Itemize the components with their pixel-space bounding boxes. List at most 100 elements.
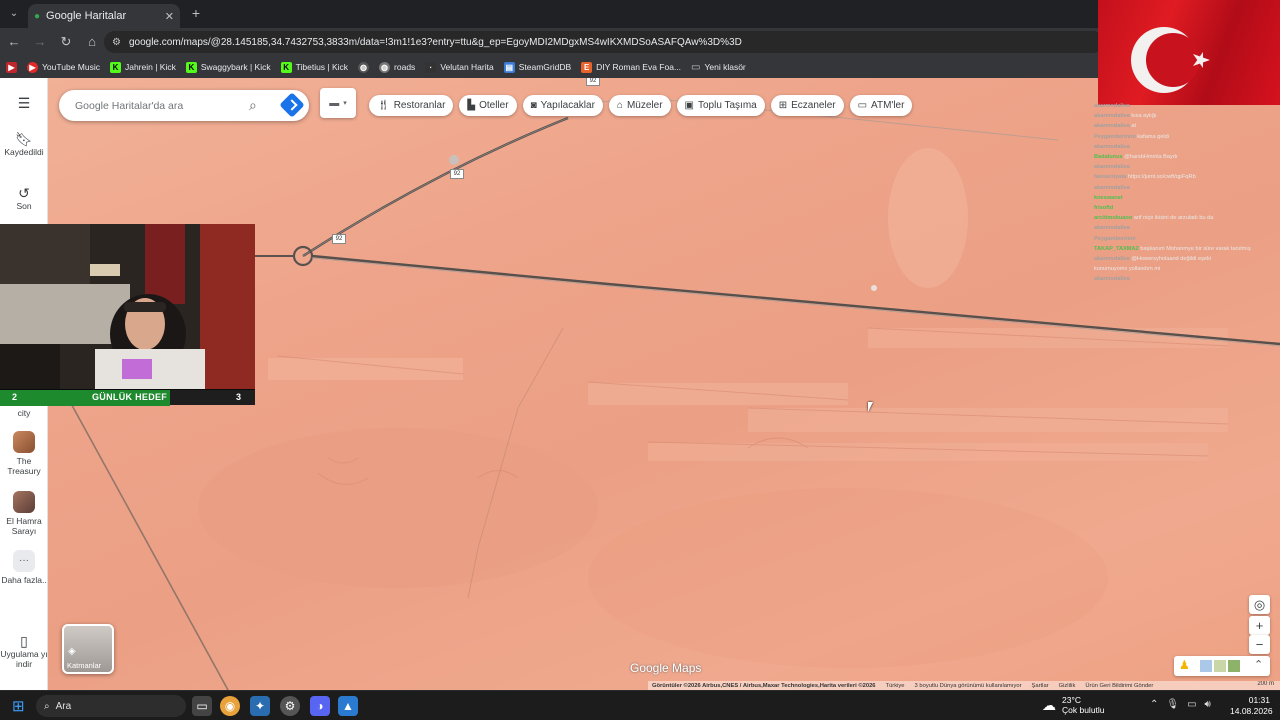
map-thumbnail[interactable] xyxy=(1214,660,1226,672)
road-shield: 92 xyxy=(332,234,346,244)
layers-button[interactable]: ◈ Katmanlar xyxy=(62,624,114,674)
chat-message: akarmodaliva @Howersyholaand değildi eşe… xyxy=(1094,254,1280,264)
chat-username: Peygamberinmi xyxy=(1094,133,1136,140)
taskbar-clock[interactable]: 01:31 14.08.2026 xyxy=(1230,695,1273,717)
chrome-icon[interactable]: ◉ xyxy=(220,696,240,716)
chevron-up-icon[interactable]: ⌃ xyxy=(1150,699,1158,710)
tab-search-icon[interactable]: ⌄ xyxy=(6,6,22,22)
chip-transit[interactable]: ▣ Toplu Taşıma xyxy=(676,95,765,116)
home-icon[interactable]: ⌂ xyxy=(80,30,104,54)
recent-place-treasury[interactable]: The Treasury xyxy=(0,431,48,476)
bus-icon: ▣ xyxy=(684,100,694,111)
bookmark-item[interactable]: E DIY Roman Eva Foa... xyxy=(581,61,681,73)
app-icon[interactable]: ⚙ xyxy=(280,696,300,716)
bookmark-item[interactable]: · Velutan Harita xyxy=(425,61,494,73)
footer-link[interactable]: Şartlar xyxy=(1032,683,1049,689)
chat-text: arif niçe ikisini de arzuladı bu da xyxy=(1133,215,1214,222)
get-app-button[interactable]: ▯ Uygulama yı indir xyxy=(0,633,48,669)
chat-message: akarmodaliva xyxy=(1094,162,1280,172)
recent-button[interactable]: ↺ Son xyxy=(0,186,48,211)
network-icon[interactable]: ▭ xyxy=(1187,699,1196,710)
atm-icon: ▭ xyxy=(857,100,868,111)
chat-username: hanseniyata xyxy=(1094,174,1127,181)
map-mini-toolbar: ♟ ⌃ xyxy=(1174,656,1270,676)
back-icon[interactable]: ← xyxy=(2,30,26,54)
chip-museums[interactable]: ⌂ Müzeler xyxy=(608,95,671,116)
chat-message: TAKAP_TAXMAZ Burada diyorum başka kiyıy … xyxy=(1094,285,1280,286)
address-bar[interactable]: ⚙ google.com/maps/@28.145185,34.7432753,… xyxy=(104,31,1104,53)
chip-things-to-do[interactable]: ◙ Yapılacaklar xyxy=(522,95,603,116)
chat-username: akarmodaliva xyxy=(1094,225,1130,232)
app-icon[interactable]: ✦ xyxy=(250,696,270,716)
new-tab-icon[interactable]: + xyxy=(188,5,204,21)
apps-icon[interactable]: ▶ xyxy=(6,61,17,73)
phone-icon: ▯ xyxy=(20,633,28,649)
map-thumbnail[interactable] xyxy=(1228,660,1240,672)
menu-button[interactable]: ☰ xyxy=(0,95,48,111)
chat-text: https://jumt.so/cwft/qpFqRb xyxy=(1127,174,1196,181)
bookmark-item[interactable]: ▭ Yeni klasör xyxy=(691,62,746,73)
pegman-icon[interactable]: ♟ xyxy=(1179,658,1190,672)
chat-message: kneswanst xyxy=(1094,193,1280,203)
mouse-cursor xyxy=(868,402,873,412)
input-tools-button[interactable]: ▬ ▾ xyxy=(320,88,356,118)
footer-link[interactable]: Türkiye xyxy=(886,683,905,689)
bookmark-icon: 🔖︎ xyxy=(15,131,33,147)
more-button[interactable]: ··· Daha fazla.. xyxy=(0,550,48,585)
file-explorer-icon[interactable]: ▭ xyxy=(192,696,212,716)
category-chips: 🍴︎ Restoranlar ▙ Oteller ◙ Yapılacaklar ⌂ Mü… xyxy=(369,95,913,116)
chip-pharmacies[interactable]: ⊞ Eczaneler xyxy=(770,95,844,116)
discord-icon[interactable]: ◑ xyxy=(310,696,330,716)
chat-message: Peygamberinmi kafama geldi xyxy=(1094,132,1280,142)
bookmark-item[interactable]: K Swaggybark | Kick xyxy=(185,61,271,73)
chevron-up-icon[interactable]: ⌃ xyxy=(1254,658,1263,671)
bookmark-item[interactable]: ▶ YouTube Music xyxy=(27,61,100,73)
search-icon[interactable]: ⌕ xyxy=(249,97,257,114)
app-icon[interactable]: ▲ xyxy=(338,696,358,716)
taskbar-search[interactable]: ⌕ Ara xyxy=(36,695,186,717)
recent-place-alhamra[interactable]: El Hamra Sarayı xyxy=(0,491,48,536)
directions-icon[interactable] xyxy=(279,92,305,118)
bookmark-item[interactable]: ▤ SteamGridDB xyxy=(503,61,571,73)
footer-link[interactable]: Gizlilik xyxy=(1059,683,1076,689)
globe-icon: ◍ xyxy=(379,61,391,73)
windows-start-icon[interactable]: ⊞ xyxy=(12,697,25,715)
browser-tab[interactable]: ● Google Haritalar ✕ xyxy=(28,4,180,28)
footer-link[interactable]: Ürün Geri Bildirimi Gönder xyxy=(1085,683,1153,689)
chip-restaurants[interactable]: 🍴︎ Restoranlar xyxy=(369,95,454,116)
scale-bar[interactable]: 200 m xyxy=(1257,681,1274,687)
chat-text: @harsbHmmla Baydı xyxy=(1124,154,1178,161)
chip-atms[interactable]: ▭ ATM'ler xyxy=(849,95,913,116)
chevron-down-icon: ▾ xyxy=(343,100,347,107)
bookmark-item[interactable]: K Jahrein | Kick xyxy=(109,61,176,73)
bookmark-item[interactable]: ◍ roads xyxy=(379,61,415,73)
kick-icon: K xyxy=(109,61,121,73)
zoom-in-button[interactable]: + xyxy=(1249,616,1270,635)
chat-username: akarmodaliva xyxy=(1094,113,1130,120)
volume-icon[interactable]: 🔊︎ xyxy=(1205,699,1211,710)
hamburger-menu-icon: ☰ xyxy=(17,95,31,111)
folder-icon: ▭ xyxy=(691,61,701,73)
chat-username: akarmodaliva xyxy=(1094,164,1130,171)
close-icon[interactable]: ✕ xyxy=(165,10,174,23)
chip-hotels[interactable]: ▙ Oteller xyxy=(459,95,517,116)
forward-icon[interactable]: → xyxy=(28,30,52,54)
footer-link[interactable]: 3 boyutlu Dünya görünümü kullanılamıyor xyxy=(915,683,1022,689)
my-location-button[interactable]: ◎ xyxy=(1249,595,1270,614)
place-thumbnail xyxy=(13,431,35,453)
search-input[interactable]: Google Haritalar'da ara xyxy=(75,100,183,112)
zoom-out-button[interactable]: − xyxy=(1249,635,1270,654)
chat-username: akarmodaliva xyxy=(1094,123,1130,130)
bookmark-item[interactable]: K Tibetius | Kick xyxy=(280,61,348,73)
site-info-icon[interactable]: ⚙ xyxy=(112,37,121,48)
saved-button[interactable]: 🔖︎ Kaydedildi xyxy=(0,131,48,157)
chat-username: frisoftd xyxy=(1094,205,1114,212)
weather-widget[interactable]: ☁ 23°C Çok bulutlu xyxy=(1042,695,1105,715)
map-thumbnail[interactable] xyxy=(1200,660,1212,672)
microphone-icon[interactable]: 🎙︎ xyxy=(1166,699,1179,710)
bookmark-item[interactable]: ◍ xyxy=(358,61,370,73)
recent-place-city[interactable]: city xyxy=(0,408,48,418)
search-box[interactable]: Google Haritalar'da ara ⌕ xyxy=(59,90,309,121)
reload-icon[interactable]: ↻ xyxy=(54,30,78,54)
maps-pin-icon: ● xyxy=(34,10,41,22)
